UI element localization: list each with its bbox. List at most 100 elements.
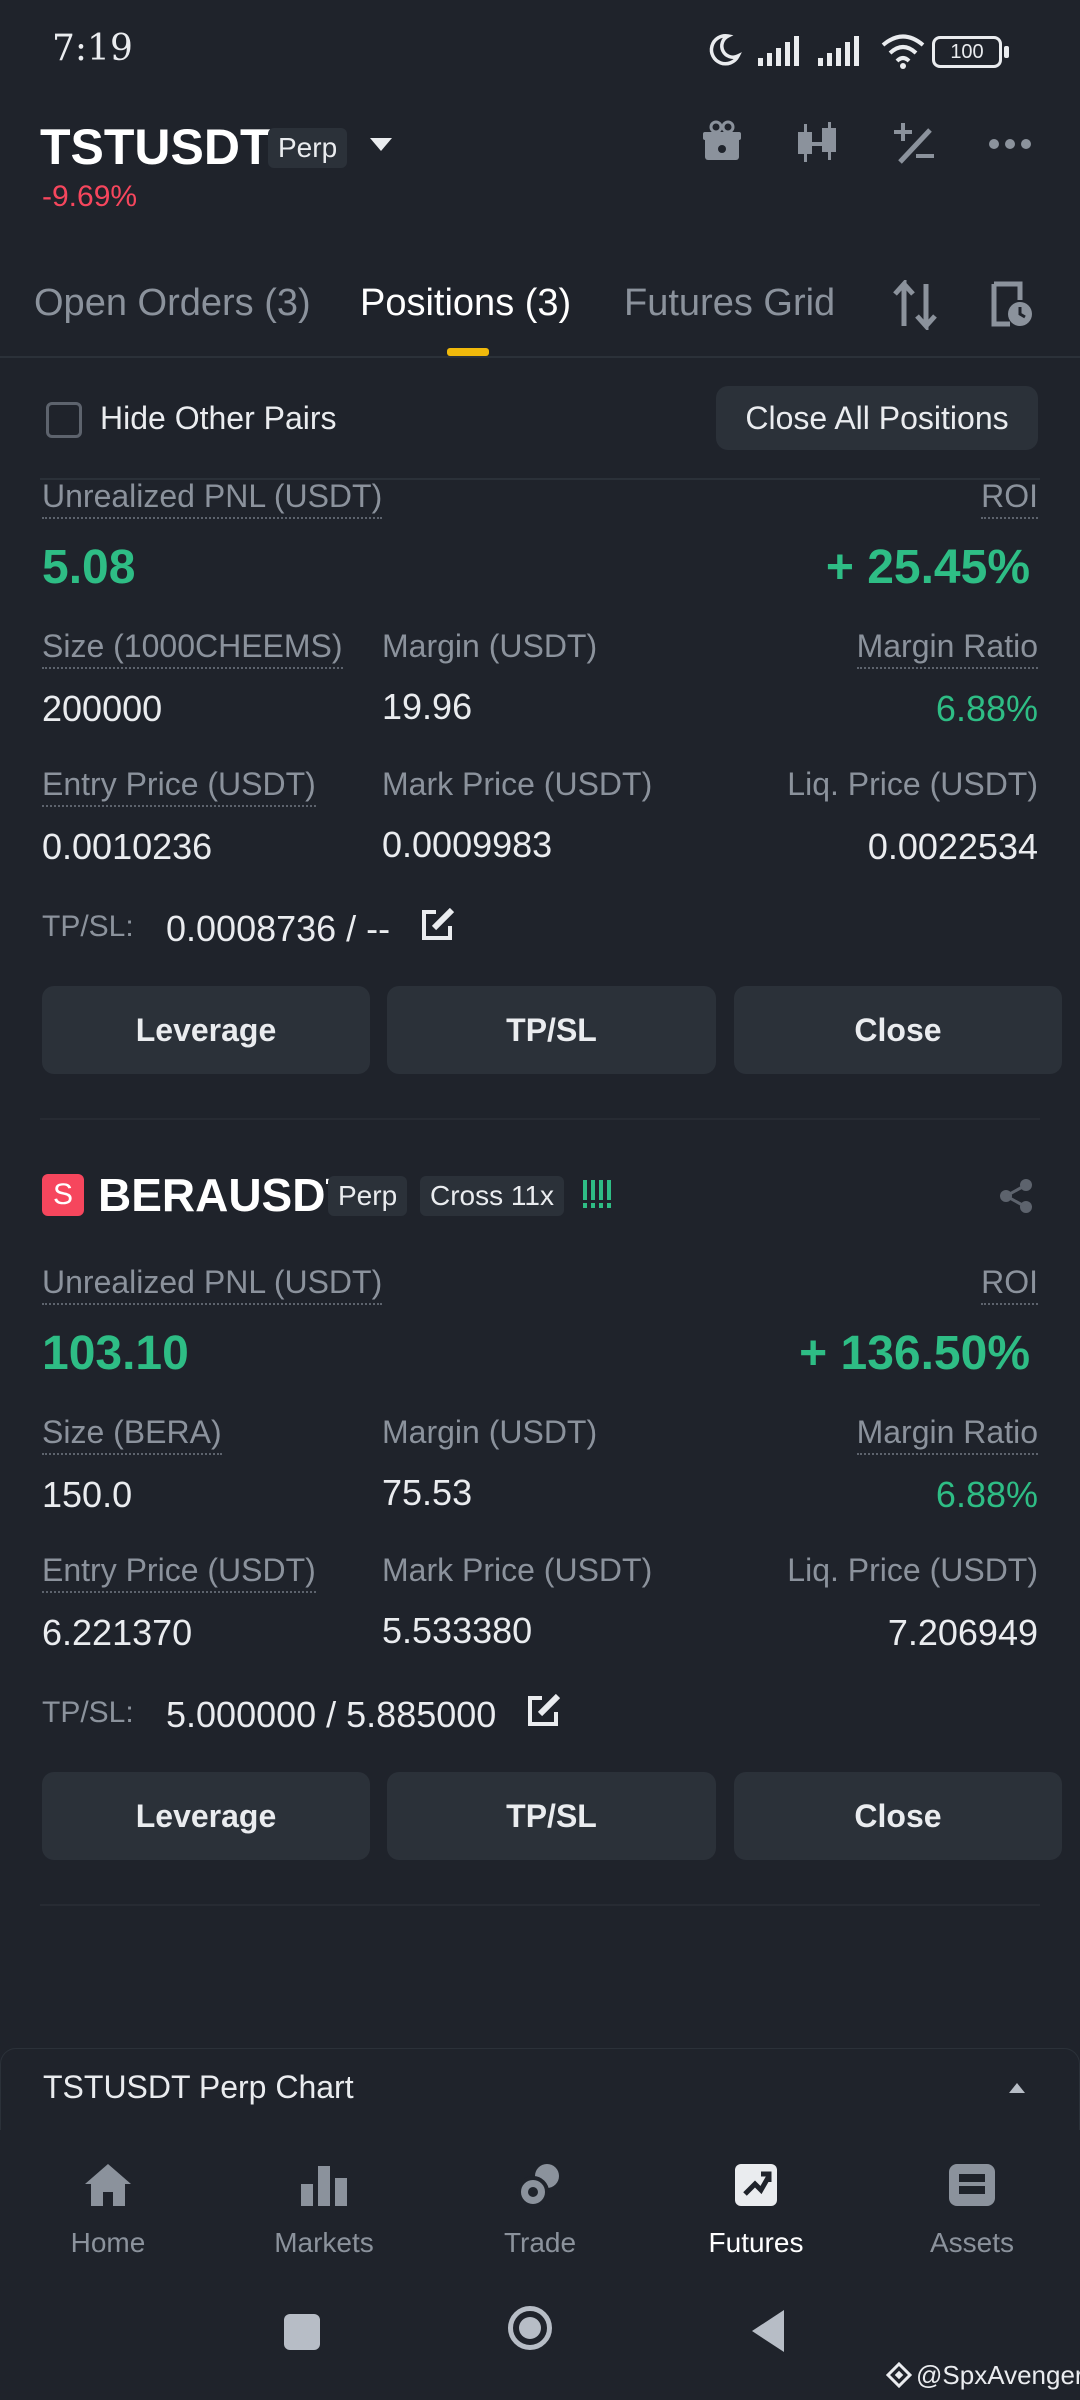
- binance-logo-icon: [886, 2362, 912, 2388]
- margin-label: Margin (USDT): [382, 628, 598, 664]
- mark-price-label: Mark Price (USDT): [382, 766, 653, 802]
- signal-icon-2: [818, 34, 859, 66]
- margin-value: 75.53: [382, 1472, 473, 1513]
- futures-icon: [735, 2164, 777, 2206]
- active-tab-indicator: [447, 348, 489, 356]
- nav-assets-label: Assets: [929, 2227, 1015, 2258]
- entry-price-label: Entry Price (USDT): [42, 766, 316, 807]
- roi-label: ROI: [981, 478, 1038, 519]
- divider: [40, 1904, 1040, 1906]
- margin-ratio-value: 6.88%: [935, 1474, 1038, 1515]
- nav-markets[interactable]: Markets: [244, 2160, 404, 2259]
- tab-open-orders[interactable]: Open Orders (3): [34, 282, 311, 325]
- liq-price-label: Liq. Price (USDT): [787, 1552, 1038, 1588]
- recent-apps-button[interactable]: [284, 2314, 320, 2350]
- pnl-value: 5.08: [42, 541, 136, 594]
- tpsl-value: 0.0008736 / --: [166, 908, 391, 949]
- more-icon[interactable]: [988, 138, 1032, 150]
- perp-chip: Perp: [268, 128, 348, 168]
- edit-icon[interactable]: [420, 908, 454, 942]
- mark-price-label: Mark Price (USDT): [382, 1552, 653, 1588]
- home-icon: [85, 2164, 131, 2206]
- tab-positions[interactable]: Positions (3): [360, 282, 571, 325]
- tpsl-button[interactable]: TP/SL: [387, 1772, 716, 1860]
- margin-label: Margin (USDT): [382, 1414, 598, 1450]
- margin-value: 19.96: [382, 686, 473, 727]
- hide-other-pairs-checkbox[interactable]: [46, 402, 82, 438]
- nav-trade[interactable]: Trade: [460, 2160, 620, 2259]
- back-icon[interactable]: [748, 2308, 788, 2354]
- margin-ratio-value: 6.88%: [935, 688, 1038, 729]
- nav-futures[interactable]: Futures: [676, 2160, 836, 2259]
- status-time: 7:19: [52, 28, 133, 69]
- roi-value: + 136.50%: [799, 1327, 1030, 1380]
- close-all-positions-button[interactable]: Close All Positions: [716, 386, 1038, 450]
- wifi-icon: [881, 34, 925, 69]
- tpsl-label: TP/SL:: [42, 910, 134, 943]
- tab-futures-grid[interactable]: Futures Grid: [624, 282, 835, 325]
- size-value: 200000: [42, 688, 163, 729]
- entry-price-value: 0.0010236: [42, 826, 213, 867]
- chart-drawer-label: TSTUSDT Perp Chart: [43, 2069, 354, 2105]
- pair-symbol[interactable]: TSTUSDT: [40, 118, 271, 176]
- margin-ratio-label: Margin Ratio: [856, 628, 1038, 669]
- home-system-dot: [519, 2317, 541, 2339]
- nav-home-label: Home: [70, 2227, 146, 2258]
- battery-icon: 100: [932, 36, 1009, 68]
- markets-icon: [301, 2166, 347, 2206]
- adl-indicator-icon: [582, 1180, 612, 1208]
- tpsl-value: 5.000000 / 5.885000: [166, 1694, 497, 1735]
- history-icon[interactable]: [990, 280, 1036, 330]
- status-bar: 7:19 100: [0, 0, 1080, 100]
- calculator-icon[interactable]: [892, 122, 936, 166]
- margin-ratio-label: Margin Ratio: [856, 1414, 1038, 1455]
- tpsl-label: TP/SL:: [42, 1696, 134, 1729]
- size-label: Size (BERA): [42, 1414, 222, 1455]
- sort-icon[interactable]: [892, 280, 938, 330]
- close-button[interactable]: Close: [734, 986, 1062, 1074]
- liq-price-value: 7.206949: [887, 1612, 1038, 1653]
- short-side-badge: S: [42, 1174, 84, 1216]
- size-label: Size (1000CHEEMS): [42, 628, 343, 669]
- liq-price-value: 0.0022534: [867, 826, 1038, 867]
- roi-label: ROI: [981, 1264, 1038, 1305]
- entry-price-value: 6.221370: [42, 1612, 193, 1653]
- signal-icon-1: [758, 34, 799, 66]
- nav-home[interactable]: Home: [28, 2160, 188, 2259]
- candlestick-icon[interactable]: [794, 120, 842, 166]
- nav-markets-label: Markets: [274, 2227, 374, 2258]
- position-symbol[interactable]: BERAUSDT: [98, 1168, 354, 1222]
- mark-price-value: 5.533380: [382, 1610, 533, 1651]
- leverage-button[interactable]: Leverage: [42, 1772, 370, 1860]
- pnl-label: Unrealized PNL (USDT): [42, 478, 383, 519]
- share-icon[interactable]: [998, 1178, 1034, 1214]
- liq-price-label: Liq. Price (USDT): [787, 766, 1038, 802]
- close-button[interactable]: Close: [734, 1772, 1062, 1860]
- tpsl-button[interactable]: TP/SL: [387, 986, 716, 1074]
- divider: [40, 1118, 1040, 1120]
- position-tabs: Open Orders (3) Positions (3) Futures Gr…: [0, 270, 1080, 358]
- moon-icon: [709, 34, 742, 66]
- hide-other-pairs-label: Hide Other Pairs: [100, 400, 337, 436]
- nav-assets[interactable]: Assets: [892, 2160, 1052, 2259]
- watermark-text: @SpxAvenger: [916, 2360, 1080, 2390]
- entry-price-label: Entry Price (USDT): [42, 1552, 316, 1593]
- home-system-button[interactable]: [508, 2306, 552, 2350]
- wallet-icon: [949, 2164, 995, 2206]
- mark-price-value: 0.0009983: [382, 824, 553, 865]
- nav-trade-label: Trade: [503, 2227, 577, 2258]
- gift-icon[interactable]: [700, 120, 744, 164]
- margin-mode-chip: Cross 11x: [420, 1176, 564, 1216]
- bottom-navigation: Home Markets Trade Futures Assets: [0, 2130, 1080, 2280]
- edit-icon[interactable]: [526, 1694, 560, 1728]
- nav-futures-label: Futures: [708, 2227, 804, 2258]
- chevron-up-icon[interactable]: [1007, 2081, 1027, 2095]
- trade-icon: [517, 2164, 559, 2208]
- pnl-value: 103.10: [42, 1327, 189, 1380]
- perp-chip: Perp: [328, 1176, 408, 1216]
- size-value: 150.0: [42, 1474, 133, 1515]
- chart-drawer[interactable]: TSTUSDT Perp Chart: [0, 2048, 1080, 2132]
- caret-down-icon[interactable]: [368, 136, 394, 154]
- leverage-button[interactable]: Leverage: [42, 986, 370, 1074]
- roi-value: + 25.45%: [825, 541, 1030, 594]
